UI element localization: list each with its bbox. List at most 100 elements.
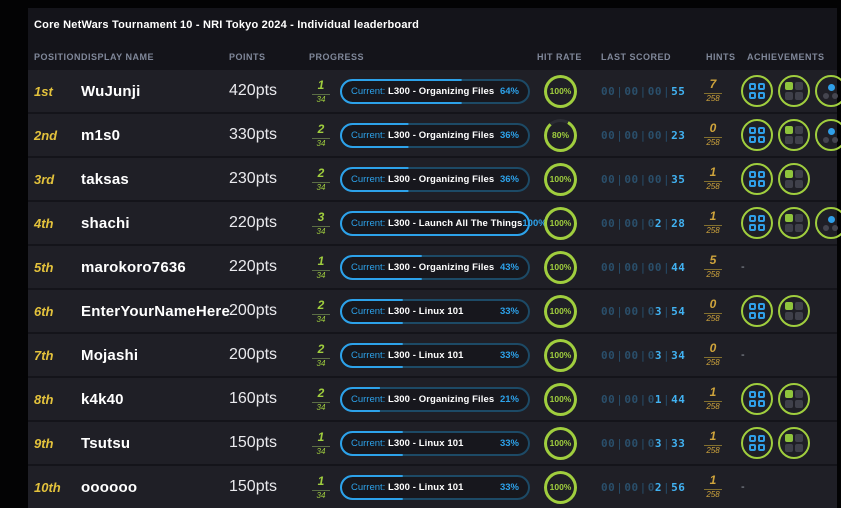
progress-capsule: Current: L300 - Organizing Files 43% (340, 255, 530, 280)
dots-blue-icon (823, 84, 840, 99)
progress-capsule: Current: L300 - Organizing Files 21% (340, 387, 530, 412)
hit-rate-ring: 100% (544, 207, 577, 240)
progress-cell: 2 34 Current: L300 - Linux 101 33% (309, 297, 541, 324)
progress-cell: 1 34 Current: L300 - Linux 101 33% (309, 429, 541, 456)
digit-separator: | (662, 85, 671, 98)
hit-rate-value: 100% (547, 474, 574, 501)
hints-cell: 1 258 (701, 472, 723, 502)
hints-cell: 0 258 (701, 340, 723, 370)
column-header-position: POSITION (34, 52, 81, 62)
digit-separator: | (662, 393, 671, 406)
progress-percent: 33% (500, 482, 519, 493)
hit-rate-ring: 100% (544, 163, 577, 196)
digit-separator: | (662, 261, 671, 274)
progress-fraction: 2 34 (309, 121, 333, 148)
digit-separator: | (639, 437, 648, 450)
last-scored: 00|00|00|55 (601, 85, 679, 98)
digit-separator: | (639, 129, 648, 142)
grid-outline-blue-icon (749, 303, 765, 319)
digit-separator: | (639, 217, 648, 230)
hit-rate-cell: 100% (541, 339, 585, 372)
no-achievements-dash: - (741, 261, 745, 273)
hit-rate-value: 100% (547, 386, 574, 413)
progress-cell: 2 34 Current: L300 - Organizing Files 21… (309, 385, 541, 412)
hit-rate-ring: 100% (544, 471, 577, 504)
achievement-badge (778, 295, 810, 327)
position-cell: 10th (34, 480, 81, 495)
achievement-badge (778, 427, 810, 459)
achievements-cell (741, 163, 837, 195)
display-name: Mojashi (81, 347, 229, 364)
progress-fraction: 2 34 (309, 385, 333, 412)
progress-percent: 21% (500, 394, 519, 405)
hints-cell: 0 258 (701, 296, 723, 326)
hit-rate-value: 100% (547, 166, 574, 193)
progress-fraction: 1 34 (309, 429, 333, 456)
hit-rate-cell: 100% (541, 295, 585, 328)
table-row: 1st WuJunji 420pts 1 34 Current: L300 - … (28, 70, 837, 112)
achievement-badge (778, 207, 810, 239)
digit-separator: | (639, 173, 648, 186)
hit-rate-cell: 80% (541, 119, 585, 152)
points: 220pts (229, 258, 309, 276)
current-level-label: Current: L300 - Linux 101 (351, 438, 464, 449)
progress-cell: 1 34 Current: L300 - Organizing Files 64… (309, 77, 541, 104)
digit-separator: | (639, 305, 648, 318)
display-name: k4k40 (81, 391, 229, 408)
digit-separator: | (615, 481, 624, 494)
column-header-display-name: DISPLAY NAME (81, 52, 229, 62)
achievement-badge (741, 427, 773, 459)
digit-separator: | (615, 305, 624, 318)
column-header-hit-rate: HIT RATE (537, 52, 585, 62)
points: 150pts (229, 434, 309, 452)
table-row: 9th Tsutsu 150pts 1 34 Current: L300 - L… (28, 422, 837, 464)
progress-fraction: 1 34 (309, 253, 333, 280)
hit-rate-cell: 100% (541, 427, 585, 460)
current-level-label: Current: L300 - Linux 101 (351, 482, 464, 493)
grid-filled-green-icon (785, 434, 803, 452)
digit-separator: | (615, 129, 624, 142)
progress-capsule: Current: L300 - Organizing Files 36% (340, 123, 530, 148)
progress-capsule: Current: L300 - Organizing Files 36% (340, 167, 530, 192)
digit-separator: | (639, 481, 648, 494)
achievement-badge (741, 207, 773, 239)
digit-separator: | (662, 481, 671, 494)
display-name: shachi (81, 215, 229, 232)
progress-capsule: Current: L300 - Linux 101 33% (340, 343, 530, 368)
hints-fraction: 5 258 (701, 252, 725, 279)
table-row: 5th marokoro7636 220pts 1 34 Current: L3… (28, 246, 837, 288)
achievement-badge (778, 75, 810, 107)
points: 230pts (229, 170, 309, 188)
position-cell: 5th (34, 260, 81, 275)
dots-blue-icon (823, 216, 840, 231)
current-level-label: Current: L300 - Organizing Files (351, 394, 494, 405)
grid-filled-green-icon (785, 302, 803, 320)
digit-separator: | (662, 305, 671, 318)
digit-separator: | (662, 349, 671, 362)
achievement-badge (741, 383, 773, 415)
achievements-cell: - (741, 349, 837, 361)
hit-rate-cell: 100% (541, 383, 585, 416)
no-achievements-dash: - (741, 481, 745, 493)
last-scored: 00|00|03|33 (601, 437, 679, 450)
display-name: marokoro7636 (81, 259, 229, 276)
points: 160pts (229, 390, 309, 408)
grid-outline-blue-icon (749, 215, 765, 231)
last-scored: 00|00|00|23 (601, 129, 679, 142)
last-scored: 00|00|01|44 (601, 393, 679, 406)
hit-rate-value: 100% (547, 342, 574, 369)
display-name: Tsutsu (81, 435, 229, 452)
last-scored: 00|00|02|28 (601, 217, 679, 230)
achievement-badge (815, 119, 841, 151)
achievement-badge (741, 295, 773, 327)
points: 200pts (229, 346, 309, 364)
hit-rate-ring: 100% (544, 75, 577, 108)
current-level-label: Current: L300 - Organizing Files (351, 262, 494, 273)
hints-cell: 1 258 (701, 164, 723, 194)
points: 330pts (229, 126, 309, 144)
progress-cell: 1 34 Current: L300 - Organizing Files 43… (309, 253, 541, 280)
hit-rate-cell: 100% (541, 251, 585, 284)
digit-separator: | (662, 437, 671, 450)
digit-separator: | (639, 349, 648, 362)
hit-rate-value: 100% (547, 210, 574, 237)
